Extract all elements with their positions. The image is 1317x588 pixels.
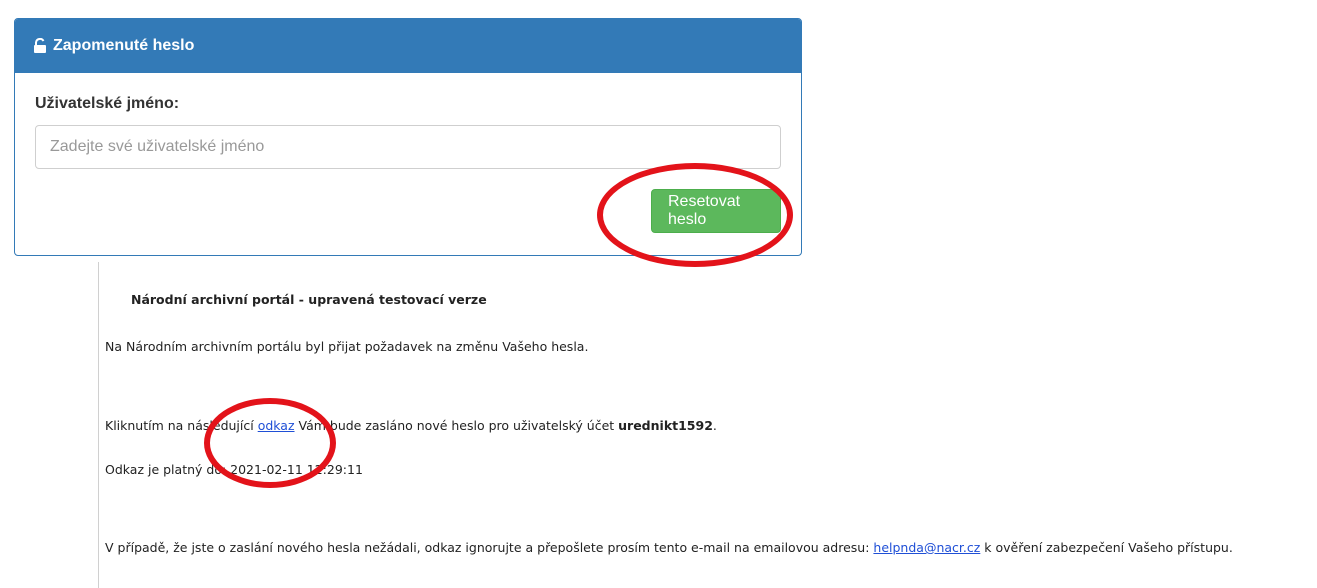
username-input[interactable]: Zadejte své uživatelské jméno: [35, 125, 781, 169]
email-line-request: Na Národním archivním portálu byl přijat…: [105, 339, 588, 354]
username-placeholder: Zadejte své uživatelské jméno: [50, 138, 265, 155]
annotation-ellipse-button: [597, 163, 793, 267]
email-line-request-text: Na Národním archivním portálu byl přijat…: [105, 339, 589, 354]
email-title: Národní archivní portál - upravená testo…: [131, 292, 487, 307]
help-email-link[interactable]: helpnda@nacr.cz: [873, 540, 980, 555]
email-line-ignore-suffix: k ověření zabezpečení Vašeho přístupu.: [980, 540, 1233, 555]
email-line-ignore: V případě, že jste o zaslání nového hesl…: [105, 540, 1233, 555]
unlock-icon: [33, 37, 47, 54]
panel-title: Zapomenuté heslo: [53, 37, 195, 54]
email-line-link-suffix: .: [712, 418, 717, 433]
username-label: Uživatelské jméno:: [35, 95, 180, 112]
panel-heading: Zapomenuté heslo: [15, 19, 801, 73]
email-line-ignore-prefix: V případě, že jste o zaslání nového hesl…: [105, 540, 874, 555]
annotation-ellipse-link: [204, 398, 336, 488]
email-line-link-middle: Vám bude zasláno nové heslo pro uživatel…: [294, 418, 619, 433]
username-value: urednikt1592: [618, 418, 713, 433]
